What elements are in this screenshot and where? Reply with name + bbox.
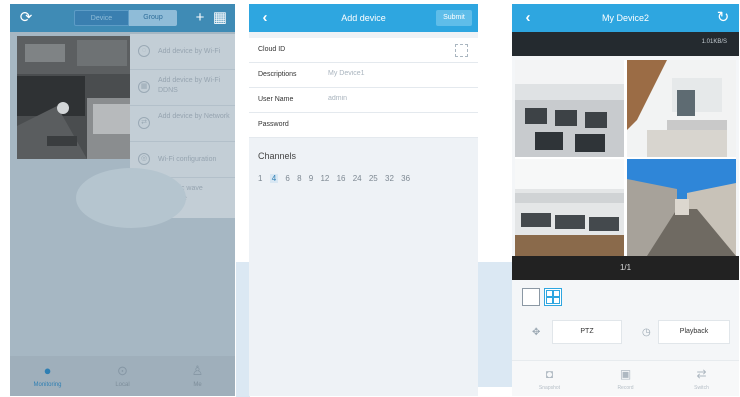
channel-option[interactable]: 12 bbox=[320, 174, 329, 183]
camera-thumbnail[interactable] bbox=[17, 36, 141, 159]
user-icon: ♙ bbox=[191, 363, 204, 378]
menu-item-wifi[interactable]: ◌ Add device by Wi-Fi bbox=[130, 34, 235, 70]
page-indicator: 1/1 bbox=[512, 256, 739, 280]
channel-option[interactable]: 6 bbox=[285, 174, 289, 183]
tab-monitoring[interactable]: ● Monitoring bbox=[10, 356, 85, 396]
switch-icon: ⇄ bbox=[696, 367, 707, 381]
tab-record[interactable]: ▣ Record bbox=[588, 361, 663, 391]
username-row: User Name bbox=[249, 88, 478, 113]
camera-view-1[interactable] bbox=[515, 60, 624, 157]
chevron-left-icon[interactable]: ‹ bbox=[518, 8, 538, 28]
media-icon: ⊙ bbox=[117, 363, 128, 378]
camera-grid bbox=[515, 60, 736, 256]
live-view-screen: ‹ My Device2 ↻ 1.01KB/S 1/1 ✥ PTZ ◷ Play… bbox=[512, 4, 739, 396]
tab-me[interactable]: ♙ Me bbox=[160, 356, 235, 396]
tab-label: Local bbox=[115, 382, 130, 388]
lan-icon: ⇄ bbox=[138, 117, 150, 129]
field-label: Descriptions bbox=[258, 71, 297, 78]
top-bar: ⟳ Device Group + ▦ bbox=[10, 4, 235, 32]
password-row: Password bbox=[249, 113, 478, 138]
scan-icon[interactable] bbox=[455, 44, 468, 57]
channel-option-selected[interactable]: 4 bbox=[269, 174, 279, 183]
channel-option[interactable]: 9 bbox=[309, 174, 313, 183]
cloud-id-field[interactable] bbox=[328, 45, 438, 52]
channel-selector: 1 4 6 8 9 12 16 24 25 32 36 bbox=[258, 174, 474, 183]
channels-heading: Channels bbox=[258, 151, 297, 161]
quad-view-icon[interactable] bbox=[544, 288, 562, 306]
tab-label: Monitoring bbox=[33, 382, 62, 388]
device-form: Cloud ID Descriptions User Name Password bbox=[249, 38, 478, 138]
field-label: Cloud ID bbox=[258, 46, 286, 53]
bg-panel-right bbox=[478, 262, 512, 387]
wifi-config-icon: ◎ bbox=[138, 153, 150, 165]
menu-item-label: Add device by Wi-Fi DDNS bbox=[158, 77, 221, 94]
channel-option[interactable]: 1 bbox=[258, 174, 262, 183]
tab-local[interactable]: ⊙ Local bbox=[85, 356, 160, 396]
field-label: User Name bbox=[258, 96, 294, 103]
menu-item-label: Wi-Fi configuration bbox=[158, 156, 217, 163]
channel-option[interactable]: 24 bbox=[353, 174, 362, 183]
app-screenshots: ⟳ Device Group + ▦ ◌ Add device by Wi-Fi… bbox=[0, 0, 740, 397]
record-icon: ▣ bbox=[619, 367, 632, 381]
cloud-id-row: Cloud ID bbox=[249, 38, 478, 63]
channel-option[interactable]: 25 bbox=[369, 174, 378, 183]
tab-label: Record bbox=[617, 385, 634, 391]
refresh-icon[interactable]: ⟳ bbox=[16, 8, 36, 28]
camera-view-2[interactable] bbox=[627, 60, 736, 157]
snapshot-icon: ◘ bbox=[545, 367, 554, 381]
top-bar: ‹ Add device Submit bbox=[249, 4, 478, 32]
password-field[interactable] bbox=[328, 120, 438, 127]
bottom-tab-bar: ◘ Snapshot ▣ Record ⇄ Switch bbox=[512, 360, 739, 396]
wifi-icon: ◌ bbox=[138, 45, 150, 57]
menu-item-ddns[interactable]: ▦ Add device by Wi-Fi DDNS bbox=[130, 70, 235, 106]
camera-view-image bbox=[515, 159, 624, 256]
camera-view-image bbox=[515, 60, 624, 157]
playback-button[interactable]: Playback bbox=[658, 320, 730, 344]
single-view-icon[interactable] bbox=[522, 288, 540, 306]
camera-view-4[interactable] bbox=[627, 159, 736, 256]
username-field[interactable] bbox=[328, 95, 438, 102]
camera-view-image bbox=[627, 159, 736, 256]
description-row: Descriptions bbox=[249, 63, 478, 88]
tab-label: Switch bbox=[694, 385, 709, 391]
tab-device[interactable]: Device bbox=[74, 10, 129, 26]
channel-option[interactable]: 8 bbox=[297, 174, 301, 183]
ptz-icon: ✥ bbox=[532, 327, 541, 338]
qr-icon[interactable]: ▦ bbox=[210, 8, 230, 28]
camera-view-image bbox=[627, 60, 736, 157]
qr-icon: ▦ bbox=[138, 81, 150, 93]
description-field[interactable] bbox=[328, 70, 438, 77]
add-device-screen: ‹ Add device Submit Cloud ID Description… bbox=[249, 4, 478, 396]
menu-item-label: Add device by Network bbox=[158, 113, 230, 120]
bg-panel-left bbox=[236, 262, 250, 397]
chevron-left-icon[interactable]: ‹ bbox=[255, 8, 275, 28]
menu-item-network[interactable]: ⇄ Add device by Network bbox=[130, 106, 235, 142]
bottom-tab-bar: ● Monitoring ⊙ Local ♙ Me bbox=[10, 356, 235, 396]
channel-option[interactable]: 36 bbox=[401, 174, 410, 183]
camera-view-3[interactable] bbox=[515, 159, 624, 256]
clock-icon: ◷ bbox=[642, 327, 651, 338]
tab-snapshot[interactable]: ◘ Snapshot bbox=[512, 361, 587, 391]
plus-icon[interactable]: + bbox=[190, 8, 210, 28]
channel-option[interactable]: 16 bbox=[337, 174, 346, 183]
loading-blob bbox=[76, 168, 186, 228]
menu-item-label: Add device by Wi-Fi bbox=[158, 48, 221, 55]
status-strip: 1.01KB/S bbox=[512, 32, 739, 56]
page-title: My Device2 bbox=[601, 13, 649, 23]
tab-label: Me bbox=[193, 382, 202, 388]
channel-option[interactable]: 32 bbox=[385, 174, 394, 183]
camera-icon: ● bbox=[43, 363, 52, 378]
submit-button[interactable]: Submit bbox=[436, 10, 472, 26]
page-title: Add device bbox=[341, 13, 386, 23]
device-list-screen: ⟳ Device Group + ▦ ◌ Add device by Wi-Fi… bbox=[10, 4, 235, 396]
field-label: Password bbox=[258, 121, 289, 128]
wifi-speed: 1.01KB/S bbox=[701, 39, 727, 45]
tab-switch[interactable]: ⇄ Switch bbox=[664, 361, 739, 391]
tab-label: Snapshot bbox=[538, 385, 561, 391]
camera-thumbnail-image bbox=[17, 36, 141, 159]
tab-group[interactable]: Group bbox=[129, 10, 177, 26]
rotate-icon[interactable]: ↻ bbox=[713, 8, 733, 28]
top-bar: ‹ My Device2 ↻ bbox=[512, 4, 739, 32]
ptz-button[interactable]: PTZ bbox=[552, 320, 622, 344]
